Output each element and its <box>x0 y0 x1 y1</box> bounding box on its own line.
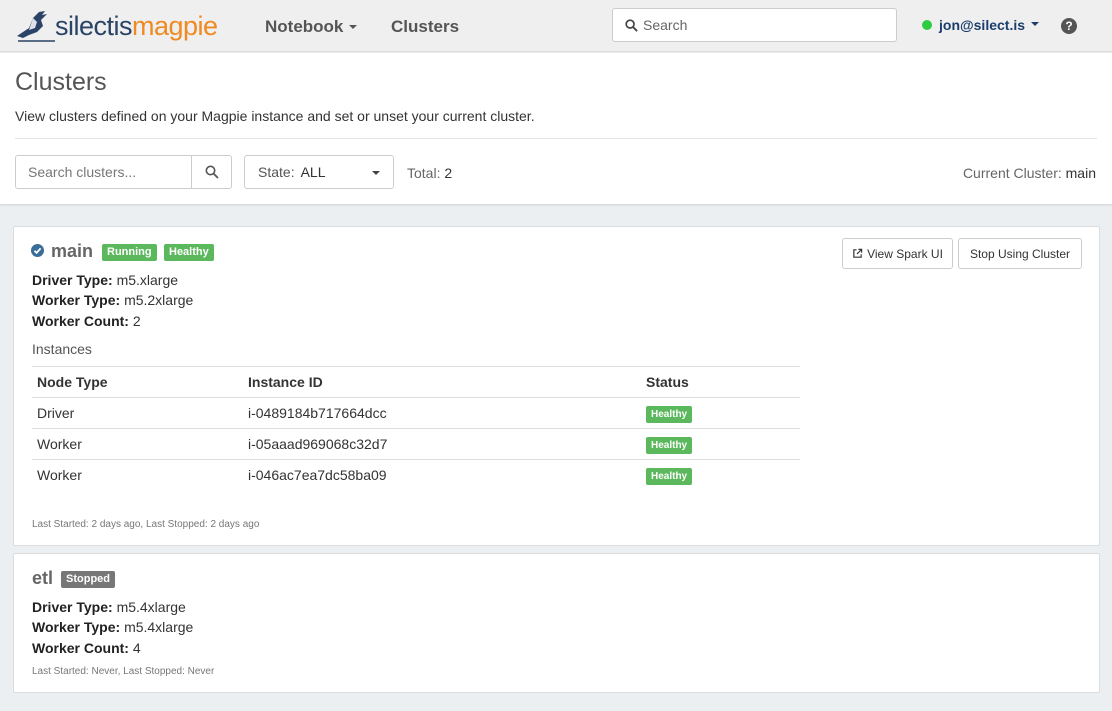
instances-table: Node Type Instance ID Status Driver i-04… <box>32 366 800 491</box>
state-filter-label: State: <box>258 164 295 180</box>
state-filter-value: ALL <box>300 164 326 180</box>
current-cluster: Current Cluster: main <box>963 165 1096 181</box>
instance-status-badge: Healthy <box>646 405 693 423</box>
divider <box>15 138 1097 139</box>
brand-logo[interactable]: silectismagpie <box>15 6 218 46</box>
status-badge: Stopped <box>61 571 115 588</box>
status-badge: Running <box>102 244 157 261</box>
status-cell: Healthy <box>641 428 800 460</box>
cluster-card-etl: etl Stopped Driver Type: m5.4xlarge Work… <box>13 553 1100 693</box>
cluster-name[interactable]: etl <box>32 568 53 589</box>
global-search-placeholder: Search <box>643 17 688 33</box>
user-email: jon@silect.is <box>939 17 1026 33</box>
current-cluster-check-icon <box>31 244 44 257</box>
instance-id-cell: i-046ac7ea7dc58ba09 <box>248 467 387 484</box>
driver-type-label: Driver Type: <box>32 599 113 615</box>
worker-type-label: Worker Type: <box>32 619 121 635</box>
total-value: 2 <box>444 165 453 181</box>
global-search-input[interactable]: Search <box>612 8 897 42</box>
search-icon <box>625 18 638 32</box>
instance-id-cell: i-05aaad969068c32d7 <box>243 428 641 460</box>
health-badge: Healthy <box>164 244 214 261</box>
driver-type: Driver Type: m5.xlarge <box>32 272 178 288</box>
status-cell: Healthy <box>641 460 800 491</box>
node-type-cell: Worker <box>37 467 82 484</box>
cluster-search <box>15 155 232 189</box>
worker-type: Worker Type: m5.2xlarge <box>32 292 193 308</box>
magpie-bird-icon <box>17 11 55 42</box>
user-menu[interactable]: jon@silect.is <box>922 17 1040 33</box>
cluster-name[interactable]: main <box>51 241 93 262</box>
search-icon <box>205 165 219 179</box>
clusters-header: Clusters View clusters defined on your M… <box>0 53 1112 205</box>
driver-type-label: Driver Type: <box>32 272 113 288</box>
status-cell: Healthy <box>641 397 800 429</box>
nav-clusters-link[interactable]: Clusters <box>391 17 459 37</box>
table-row: Worker i-046ac7ea7dc58ba09 Healthy <box>32 460 800 491</box>
nav-notebook-dropdown[interactable]: Notebook <box>265 17 358 37</box>
current-cluster-value: main <box>1065 165 1096 181</box>
total-label: Total: <box>407 165 441 181</box>
table-header-row: Node Type Instance ID Status <box>32 366 800 398</box>
chevron-down-icon <box>1031 22 1040 26</box>
worker-count-label: Worker Count: <box>32 313 129 329</box>
cluster-timestamps: Last Started: Never, Last Stopped: Never <box>32 666 215 677</box>
column-header: Instance ID <box>243 366 641 398</box>
instance-status-badge: Healthy <box>646 436 693 454</box>
navbar: silectismagpie Notebook Clusters Search … <box>0 0 1112 52</box>
page-title: Clusters <box>15 68 107 96</box>
instance-status-badge: Healthy <box>646 467 693 485</box>
worker-count: Worker Count: 2 <box>32 313 141 329</box>
worker-type-value: m5.4xlarge <box>124 619 194 635</box>
table-row: Worker i-05aaad969068c32d7 Healthy <box>32 428 800 460</box>
view-spark-ui-button[interactable]: View Spark UI <box>842 238 953 269</box>
column-header: Node Type <box>32 366 243 398</box>
view-spark-ui-label: View Spark UI <box>867 246 943 261</box>
help-icon[interactable]: ? <box>1061 18 1077 34</box>
cluster-search-button[interactable] <box>192 156 231 188</box>
cluster-search-input[interactable] <box>16 156 192 188</box>
stop-using-cluster-button[interactable]: Stop Using Cluster <box>958 238 1082 269</box>
total-count: Total: 2 <box>407 165 452 181</box>
cluster-timestamps: Last Started: 2 days ago, Last Stopped: … <box>32 519 260 530</box>
node-type-cell: Driver <box>32 397 243 429</box>
worker-count-value: 4 <box>132 640 141 656</box>
online-status-icon <box>922 20 932 30</box>
chevron-down-icon <box>372 171 380 175</box>
worker-count: Worker Count: 4 <box>32 640 141 656</box>
instances-heading: Instances <box>32 341 92 357</box>
cluster-card-main: main Running Healthy View Spark UI Stop … <box>13 226 1100 546</box>
node-type-cell: Worker <box>32 428 243 460</box>
instance-id-cell: i-0489184b717664dcc <box>243 397 641 429</box>
worker-type-label: Worker Type: <box>32 292 121 308</box>
worker-type-value: m5.2xlarge <box>124 292 194 308</box>
current-cluster-label: Current Cluster: <box>962 165 1062 181</box>
worker-count-value: 2 <box>132 313 141 329</box>
brand-wordmark: silectismagpie <box>55 10 218 41</box>
state-filter-select[interactable]: State: ALL <box>244 155 394 189</box>
chevron-down-icon <box>349 24 358 29</box>
external-link-icon <box>853 248 863 258</box>
driver-type: Driver Type: m5.4xlarge <box>32 599 186 615</box>
worker-count-label: Worker Count: <box>32 640 129 656</box>
nav-notebook-label: Notebook <box>265 17 344 36</box>
driver-type-value: m5.xlarge <box>116 272 179 288</box>
column-header: Status <box>641 366 800 398</box>
driver-type-value: m5.4xlarge <box>116 599 186 615</box>
worker-type: Worker Type: m5.4xlarge <box>32 619 193 635</box>
table-row: Driver i-0489184b717664dcc Healthy <box>32 397 800 429</box>
page-description: View clusters defined on your Magpie ins… <box>15 108 535 124</box>
